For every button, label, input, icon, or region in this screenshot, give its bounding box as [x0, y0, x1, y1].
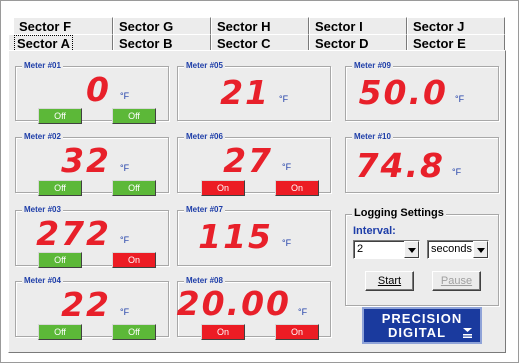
meter-unit: °F	[120, 307, 130, 317]
tab-label: Sector H	[217, 19, 271, 34]
meter-07: Meter #07 115 °F	[177, 204, 331, 266]
interval-label: Interval:	[353, 225, 396, 237]
relay-2-button[interactable]: Off	[112, 108, 156, 124]
meter-reading: 0	[86, 70, 111, 109]
meter-title: Meter #05	[184, 60, 225, 71]
meter-title: Meter #07	[184, 204, 225, 215]
tab-sector-d[interactable]: Sector D	[309, 34, 407, 51]
pause-button-label: Pause	[440, 275, 473, 287]
tab-label: Sector A	[14, 35, 73, 51]
meter-08: Meter #08 20.00 °F On On	[176, 275, 331, 340]
tab-label: Sector F	[19, 19, 72, 34]
relay-2-button[interactable]: On	[275, 324, 319, 340]
logo-mark-icon	[463, 328, 472, 338]
meter-10: Meter #10 74.8 °F	[345, 131, 499, 193]
meter-title: Meter #04	[22, 275, 63, 286]
interval-value-select[interactable]: 2	[353, 240, 420, 259]
meter-06: Meter #06 27 °F On On	[177, 131, 331, 196]
tab-label: Sector D	[315, 36, 369, 51]
meter-reading: 22	[61, 285, 111, 324]
relay-1-button[interactable]: On	[201, 180, 245, 196]
logging-settings-group: Logging Settings Interval: 2 seconds Sta…	[345, 207, 499, 306]
tab-sector-e[interactable]: Sector E	[407, 34, 505, 51]
pause-button[interactable]: Pause	[432, 271, 481, 291]
tab-label: Sector C	[217, 36, 271, 51]
tab-sector-f[interactable]: Sector F	[13, 17, 113, 34]
meter-reading: 20.00	[176, 284, 291, 323]
meter-09: Meter #09 50.0 °F	[345, 60, 499, 121]
relay-1-button[interactable]: Off	[38, 252, 82, 268]
meter-reading: 50.0	[358, 73, 448, 112]
tab-label: Sector E	[413, 36, 466, 51]
start-button-label: Start	[377, 275, 402, 287]
meter-title: Meter #10	[352, 131, 393, 142]
tab-label: Sector J	[413, 19, 465, 34]
meter-03: Meter #03 272 °F Off On	[15, 204, 169, 268]
interval-unit-select[interactable]: seconds	[427, 240, 489, 259]
meter-reading: 32	[61, 141, 111, 180]
relay-1-button[interactable]: On	[201, 324, 245, 340]
tab-sector-i[interactable]: Sector I	[309, 17, 407, 34]
meter-reading: 21	[220, 73, 270, 112]
meter-unit: °F	[282, 162, 292, 172]
meter-02: Meter #02 32 °F Off Off	[15, 131, 169, 196]
meter-04: Meter #04 22 °F Off Off	[15, 275, 169, 340]
application-window: Sector F Sector G Sector H Sector I Sect…	[0, 0, 519, 363]
logging-settings-title: Logging Settings	[352, 207, 446, 219]
tab-sector-a[interactable]: Sector A	[8, 34, 113, 51]
meter-reading: 74.8	[355, 146, 445, 185]
start-button[interactable]: Start	[365, 271, 414, 291]
tab-sector-c[interactable]: Sector C	[211, 34, 309, 51]
logo-line1: PRECISION	[381, 311, 463, 326]
precision-digital-logo: PRECISION DIGITAL	[362, 307, 482, 344]
tab-sector-h[interactable]: Sector H	[211, 17, 309, 34]
tab-label: Sector I	[315, 19, 363, 34]
meter-unit: °F	[120, 235, 130, 245]
relay-2-button[interactable]: On	[112, 252, 156, 268]
meter-unit: °F	[298, 307, 308, 317]
dropdown-arrow-icon[interactable]	[473, 241, 488, 258]
tab-sector-g[interactable]: Sector G	[113, 17, 211, 34]
relay-1-button[interactable]: Off	[38, 180, 82, 196]
logo-line2: DIGITAL	[387, 325, 447, 340]
interval-value: 2	[357, 243, 364, 255]
meter-unit: °F	[282, 238, 292, 248]
meter-title: Meter #09	[352, 60, 393, 71]
relay-1-button[interactable]: Off	[38, 324, 82, 340]
meter-01: Meter #01 0 °F Off Off	[15, 60, 169, 124]
tab-sector-b[interactable]: Sector B	[113, 34, 211, 51]
meter-05: Meter #05 21 °F	[177, 60, 331, 121]
meter-unit: °F	[120, 163, 130, 173]
dropdown-arrow-icon[interactable]	[404, 241, 419, 258]
meter-unit: °F	[279, 94, 289, 104]
relay-2-button[interactable]: On	[275, 180, 319, 196]
meter-unit: °F	[455, 94, 465, 104]
meter-title: Meter #02	[22, 131, 63, 142]
tab-sector-j[interactable]: Sector J	[407, 17, 505, 34]
tab-label: Sector G	[119, 19, 174, 34]
meter-title: Meter #06	[184, 131, 225, 142]
relay-2-button[interactable]: Off	[112, 180, 156, 196]
interval-unit: seconds	[431, 243, 472, 255]
meter-reading: 272	[36, 214, 111, 253]
meter-reading: 27	[223, 141, 273, 180]
meter-title: Meter #01	[22, 60, 63, 71]
meter-unit: °F	[452, 167, 462, 177]
meter-reading: 115	[198, 217, 273, 256]
relay-2-button[interactable]: Off	[112, 324, 156, 340]
relay-1-button[interactable]: Off	[38, 108, 82, 124]
meter-unit: °F	[120, 91, 130, 101]
tab-label: Sector B	[119, 36, 173, 51]
